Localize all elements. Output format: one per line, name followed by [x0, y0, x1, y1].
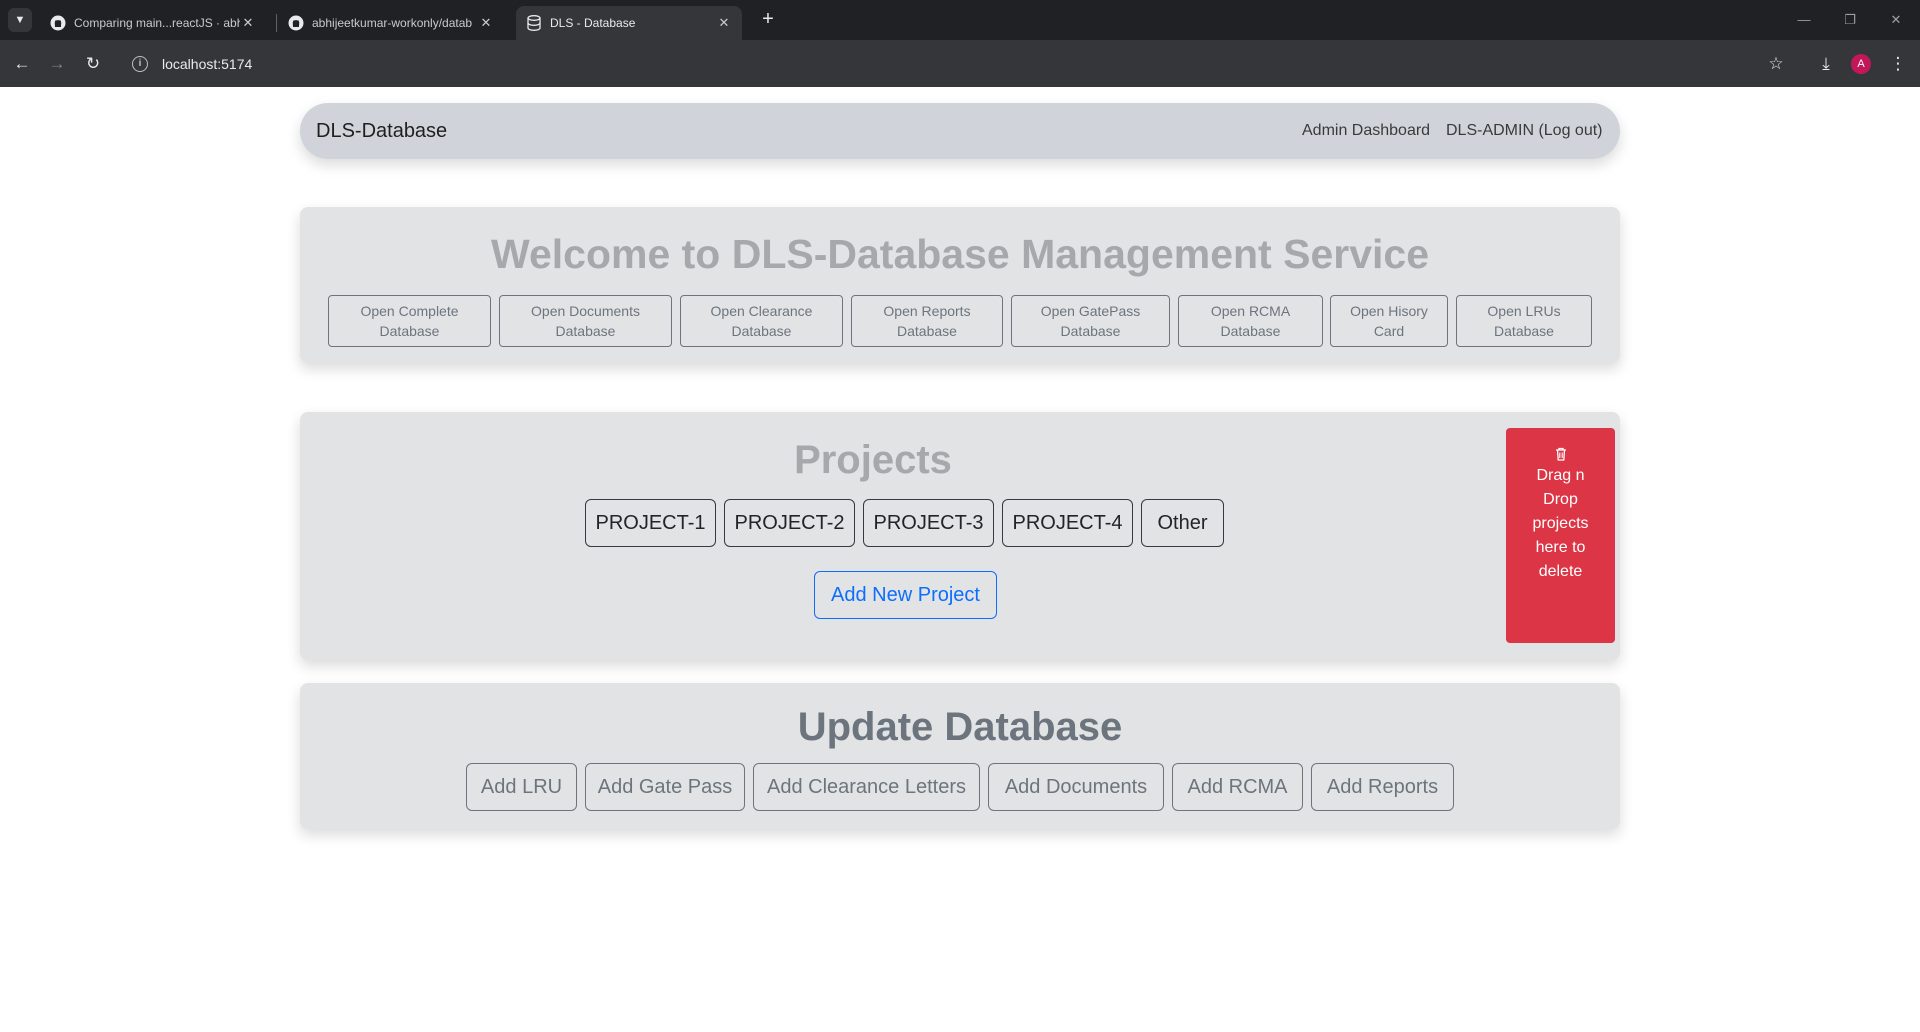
open-history-card-button[interactable]: Open Hisory Card [1330, 295, 1448, 347]
button-line: Open Reports [883, 303, 971, 319]
tab-title: DLS - Database [550, 16, 636, 30]
download-icon[interactable]: ⤓ [1812, 50, 1840, 78]
add-lru-button[interactable]: Add LRU [466, 763, 577, 811]
url-text[interactable]: localhost:5174 [162, 56, 252, 72]
other-project-button[interactable]: Other [1141, 499, 1224, 547]
github-icon [50, 15, 66, 31]
button-line: Database [897, 323, 957, 339]
database-icon [526, 15, 542, 31]
projects-card: Projects PROJECT-1 PROJECT-2 PROJECT-3 P… [300, 412, 1620, 660]
trash-icon [1553, 446, 1569, 462]
page-content: DLS-Database Admin Dashboard DLS-ADMIN (… [0, 87, 1920, 1032]
button-line: Open Complete [360, 303, 459, 319]
restore-icon[interactable]: ❐ [1832, 6, 1868, 34]
button-line: Database [1220, 323, 1281, 339]
project-4-button[interactable]: PROJECT-4 [1002, 499, 1133, 547]
minimize-icon[interactable]: — [1786, 6, 1822, 34]
button-line: Database [1060, 323, 1121, 339]
button-line: Open GatePass [1040, 303, 1141, 319]
welcome-card: Welcome to DLS-Database Management Servi… [300, 207, 1620, 363]
close-icon[interactable]: ✕ [240, 15, 256, 31]
button-line: Open Documents [531, 303, 640, 319]
add-new-project-button[interactable]: Add New Project [814, 571, 997, 619]
forward-arrow-icon[interactable]: → [43, 50, 71, 78]
open-complete-database-button[interactable]: Open Complete Database [328, 295, 491, 347]
tab-github-repo[interactable]: abhijeetkumar-workonly/datab ✕ [278, 6, 504, 40]
button-line: Open Clearance [710, 303, 813, 319]
tab-dls-database[interactable]: DLS - Database ✕ [516, 6, 742, 40]
update-database-card: Update Database Add LRU Add Gate Pass Ad… [300, 683, 1620, 829]
add-rcma-button[interactable]: Add RCMA [1172, 763, 1303, 811]
window-close-icon[interactable]: ✕ [1878, 6, 1914, 34]
site-info-icon[interactable]: i [132, 56, 148, 72]
address-bar[interactable]: i localhost:5174 [122, 46, 1742, 82]
back-arrow-icon[interactable]: ← [8, 50, 36, 78]
close-icon[interactable]: ✕ [716, 15, 732, 31]
navbar-brand[interactable]: DLS-Database [316, 120, 447, 143]
close-icon[interactable]: ✕ [478, 15, 494, 31]
logout-link[interactable]: DLS-ADMIN (Log out) [1446, 122, 1603, 140]
open-clearance-database-button[interactable]: Open Clearance Database [680, 295, 843, 347]
browser-toolbar: ← → ↻ i localhost:5174 ☆ ⤓ A ⋮ [0, 40, 1920, 87]
open-rcma-database-button[interactable]: Open RCMA Database [1178, 295, 1323, 347]
delete-zone-line: delete [1538, 563, 1583, 580]
reload-icon[interactable]: ↻ [79, 50, 107, 78]
project-1-button[interactable]: PROJECT-1 [585, 499, 716, 547]
delete-drop-zone[interactable]: Drag n Drop projects here to delete [1506, 428, 1615, 643]
project-3-button[interactable]: PROJECT-3 [863, 499, 994, 547]
button-line: Database [555, 323, 616, 339]
delete-zone-line: here to [1535, 539, 1586, 556]
add-clearance-letters-button[interactable]: Add Clearance Letters [753, 763, 980, 811]
welcome-title: Welcome to DLS-Database Management Servi… [491, 231, 1429, 277]
tab-search-chevron-icon[interactable]: ▼ [8, 8, 32, 32]
delete-zone-line: Drag n [1536, 467, 1585, 484]
tab-title: abhijeetkumar-workonly/datab [312, 16, 473, 30]
github-icon [288, 15, 304, 31]
add-reports-button[interactable]: Add Reports [1311, 763, 1454, 811]
add-gate-pass-button[interactable]: Add Gate Pass [585, 763, 745, 811]
browser-tab-bar: ▼ Comparing main...reactJS · abhi ✕ abhi… [0, 0, 1920, 40]
open-lrus-database-button[interactable]: Open LRUs Database [1456, 295, 1592, 347]
bookmark-star-icon[interactable]: ☆ [1762, 50, 1790, 78]
open-documents-database-button[interactable]: Open Documents Database [499, 295, 672, 347]
update-database-title: Update Database [797, 705, 1123, 749]
add-documents-button[interactable]: Add Documents [988, 763, 1164, 811]
button-line: Card [1373, 323, 1405, 339]
menu-kebab-icon[interactable]: ⋮ [1884, 50, 1912, 78]
button-line: Open LRUs [1487, 303, 1561, 319]
button-line: Open Hisory [1350, 303, 1428, 319]
app-navbar: DLS-Database Admin Dashboard DLS-ADMIN (… [300, 103, 1620, 159]
button-line: Open RCMA [1210, 303, 1291, 319]
delete-zone-line: Drop [1543, 491, 1578, 508]
tab-title: Comparing main...reactJS · abhi [74, 16, 240, 30]
open-gatepass-database-button[interactable]: Open GatePass Database [1011, 295, 1170, 347]
new-tab-plus-icon[interactable]: + [756, 8, 780, 32]
profile-avatar[interactable]: A [1851, 54, 1871, 74]
project-2-button[interactable]: PROJECT-2 [724, 499, 855, 547]
tab-github-compare[interactable]: Comparing main...reactJS · abhi ✕ [40, 6, 266, 40]
projects-title: Projects [794, 438, 952, 482]
tab-separator [276, 14, 277, 32]
button-line: Database [1494, 323, 1554, 339]
delete-zone-line: projects [1532, 515, 1589, 532]
admin-dashboard-link[interactable]: Admin Dashboard [1302, 122, 1430, 140]
open-reports-database-button[interactable]: Open Reports Database [851, 295, 1003, 347]
button-line: Database [379, 323, 440, 339]
button-line: Database [731, 323, 792, 339]
